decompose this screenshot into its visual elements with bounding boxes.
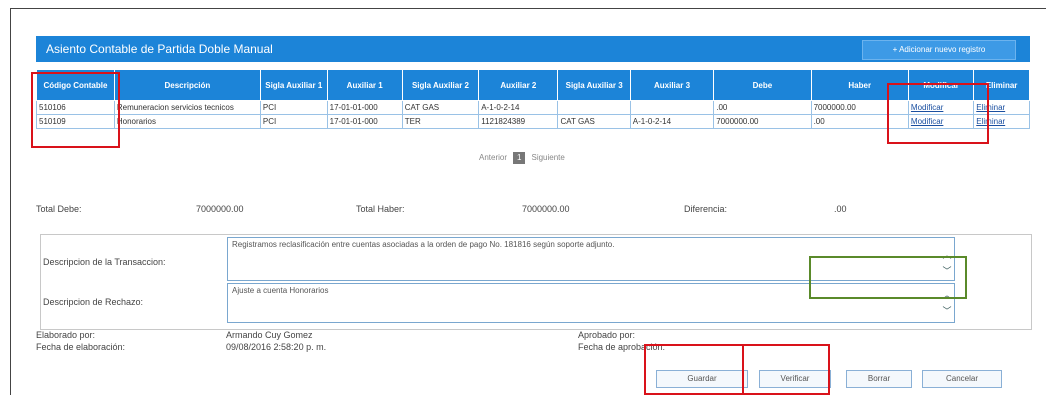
panel-header: Asiento Contable de Partida Doble Manual…: [36, 36, 1030, 62]
asiento-panel: Asiento Contable de Partida Doble Manual…: [36, 36, 1032, 390]
cell-aux-2: 1121824389: [478, 114, 559, 129]
cell-sigla-aux-2: TER: [401, 114, 480, 129]
entries-table: Código Contable Descripción Sigla Auxili…: [36, 69, 1030, 129]
cell-sigla-aux-3: [557, 100, 631, 115]
highlight-action-buttons: [644, 344, 830, 395]
diferencia-label: Diferencia:: [684, 204, 728, 214]
pager-current-page[interactable]: 1: [513, 152, 526, 164]
transaccion-label: Descripcion de la Transaccion:: [43, 257, 166, 267]
add-record-button[interactable]: + Adicionar nuevo registro: [862, 40, 1016, 60]
elaborado-label: Elaborado por:: [36, 330, 96, 340]
fecha-elaboracion-label: Fecha de elaboración:: [36, 342, 126, 352]
transaccion-text: Registramos reclasificación entre cuenta…: [232, 240, 615, 249]
cell-aux-3: A-1-0-2-14: [629, 114, 715, 129]
cell-aux-3: [629, 100, 715, 115]
cell-descripcion: Remuneracion servicios tecnicos: [113, 100, 261, 115]
borrar-button[interactable]: Borrar: [846, 370, 912, 388]
table-row: 510109 Honorarios PCI 17-01-01-000 TER 1…: [36, 114, 1030, 129]
col-descripcion: Descripción: [113, 69, 261, 101]
cell-aux-2: A-1-0-2-14: [478, 100, 559, 115]
cell-aux-1: 17-01-01-000: [326, 114, 403, 129]
col-debe: Debe: [713, 69, 812, 101]
pagination: Anterior 1 Siguiente: [479, 152, 565, 164]
cell-descripcion: Honorarios: [113, 114, 261, 129]
highlight-codigo-contable: [31, 72, 120, 148]
cell-sigla-aux-2: CAT GAS: [401, 100, 480, 115]
panel-title: Asiento Contable de Partida Doble Manual: [46, 42, 273, 56]
fecha-elaboracion-value: 09/08/2016 2:58:20 p. m.: [226, 342, 327, 352]
cell-debe: 7000000.00: [713, 114, 812, 129]
col-auxiliar-3: Auxiliar 3: [629, 69, 715, 101]
col-sigla-auxiliar-3: Sigla Auxiliar 3: [557, 69, 631, 101]
col-auxiliar-1: Auxiliar 1: [326, 69, 403, 101]
total-debe-label: Total Debe:: [36, 204, 82, 214]
cell-aux-1: 17-01-01-000: [326, 100, 403, 115]
cell-sigla-aux-1: PCI: [259, 100, 328, 115]
scroll-down-icon[interactable]: ﹀: [942, 304, 952, 317]
highlight-modificar-column: [887, 83, 989, 144]
highlight-scroll-area: [809, 256, 967, 299]
col-sigla-auxiliar-2: Sigla Auxiliar 2: [401, 69, 480, 101]
total-haber-label: Total Haber:: [356, 204, 405, 214]
table-row: 510106 Remuneracion servicios tecnicos P…: [36, 100, 1030, 115]
pager-next-link[interactable]: Siguiente: [531, 153, 564, 162]
pager-prev-link[interactable]: Anterior: [479, 153, 507, 162]
highlight-divider: [742, 344, 744, 395]
cell-debe: .00: [713, 100, 812, 115]
cell-sigla-aux-1: PCI: [259, 114, 328, 129]
table-header-row: Código Contable Descripción Sigla Auxili…: [36, 69, 1030, 101]
rechazo-label: Descripcion de Rechazo:: [43, 297, 144, 307]
col-sigla-auxiliar-1: Sigla Auxiliar 1: [259, 69, 328, 101]
elaborado-value: Armando Cuy Gomez: [226, 330, 313, 340]
cell-sigla-aux-3: CAT GAS: [557, 114, 631, 129]
total-debe-value: 7000000.00: [196, 204, 244, 214]
aprobado-label: Aprobado por:: [578, 330, 636, 340]
total-haber-value: 7000000.00: [522, 204, 570, 214]
diferencia-value: .00: [834, 204, 847, 214]
cancelar-button[interactable]: Cancelar: [922, 370, 1002, 388]
rechazo-text: Ajuste a cuenta Honorarios: [232, 286, 329, 295]
col-auxiliar-2: Auxiliar 2: [478, 69, 559, 101]
